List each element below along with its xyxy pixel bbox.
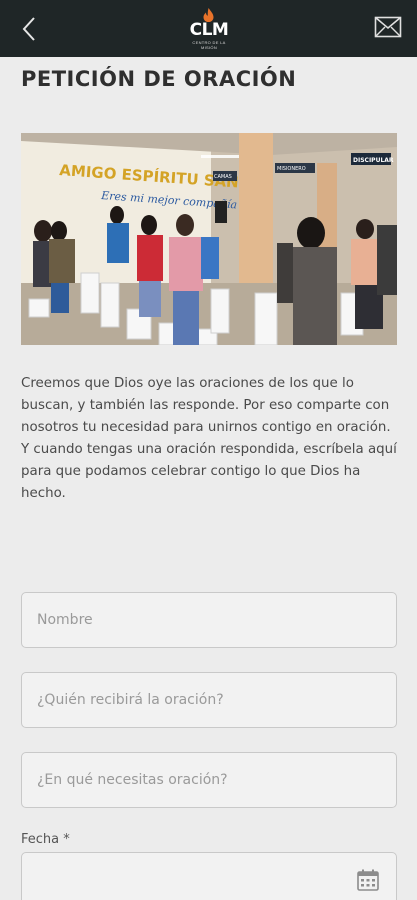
app-logo[interactable]: CLM CENTRO DE LA MISIÓN [186, 6, 232, 50]
church-photo: AMIGO ESPÍRITU SANT Eres mi mejor compañ… [21, 133, 397, 345]
chevron-left-icon [22, 17, 35, 41]
messages-button[interactable] [374, 16, 402, 40]
logo-subtext: CENTRO DE LA MISIÓN [192, 40, 226, 50]
back-button[interactable] [14, 14, 44, 44]
app-header: CLM CENTRO DE LA MISIÓN [0, 0, 417, 57]
mail-icon [374, 16, 402, 38]
intro-paragraph: Creemos que Dios oye las oraciones de lo… [21, 376, 397, 501]
photo-sign-misionero: MISIONERO [277, 166, 306, 172]
photo-sign-discipular: DISCIPULAR [353, 157, 394, 164]
page-title: PETICIÓN DE ORACIÓN [21, 67, 297, 91]
recipient-field[interactable] [21, 672, 397, 728]
calendar-icon[interactable] [356, 868, 380, 892]
page-content[interactable]: PETICIÓN DE ORACIÓN AMIGO ESPÍRITU SANT … [0, 57, 417, 900]
photo-sign-camas: CAMAS [214, 174, 232, 180]
prayer-need-field[interactable] [21, 752, 397, 808]
logo-text: CLM [189, 20, 229, 40]
name-field[interactable] [21, 592, 397, 648]
date-label: Fecha * [21, 832, 70, 847]
date-field[interactable] [21, 852, 397, 900]
